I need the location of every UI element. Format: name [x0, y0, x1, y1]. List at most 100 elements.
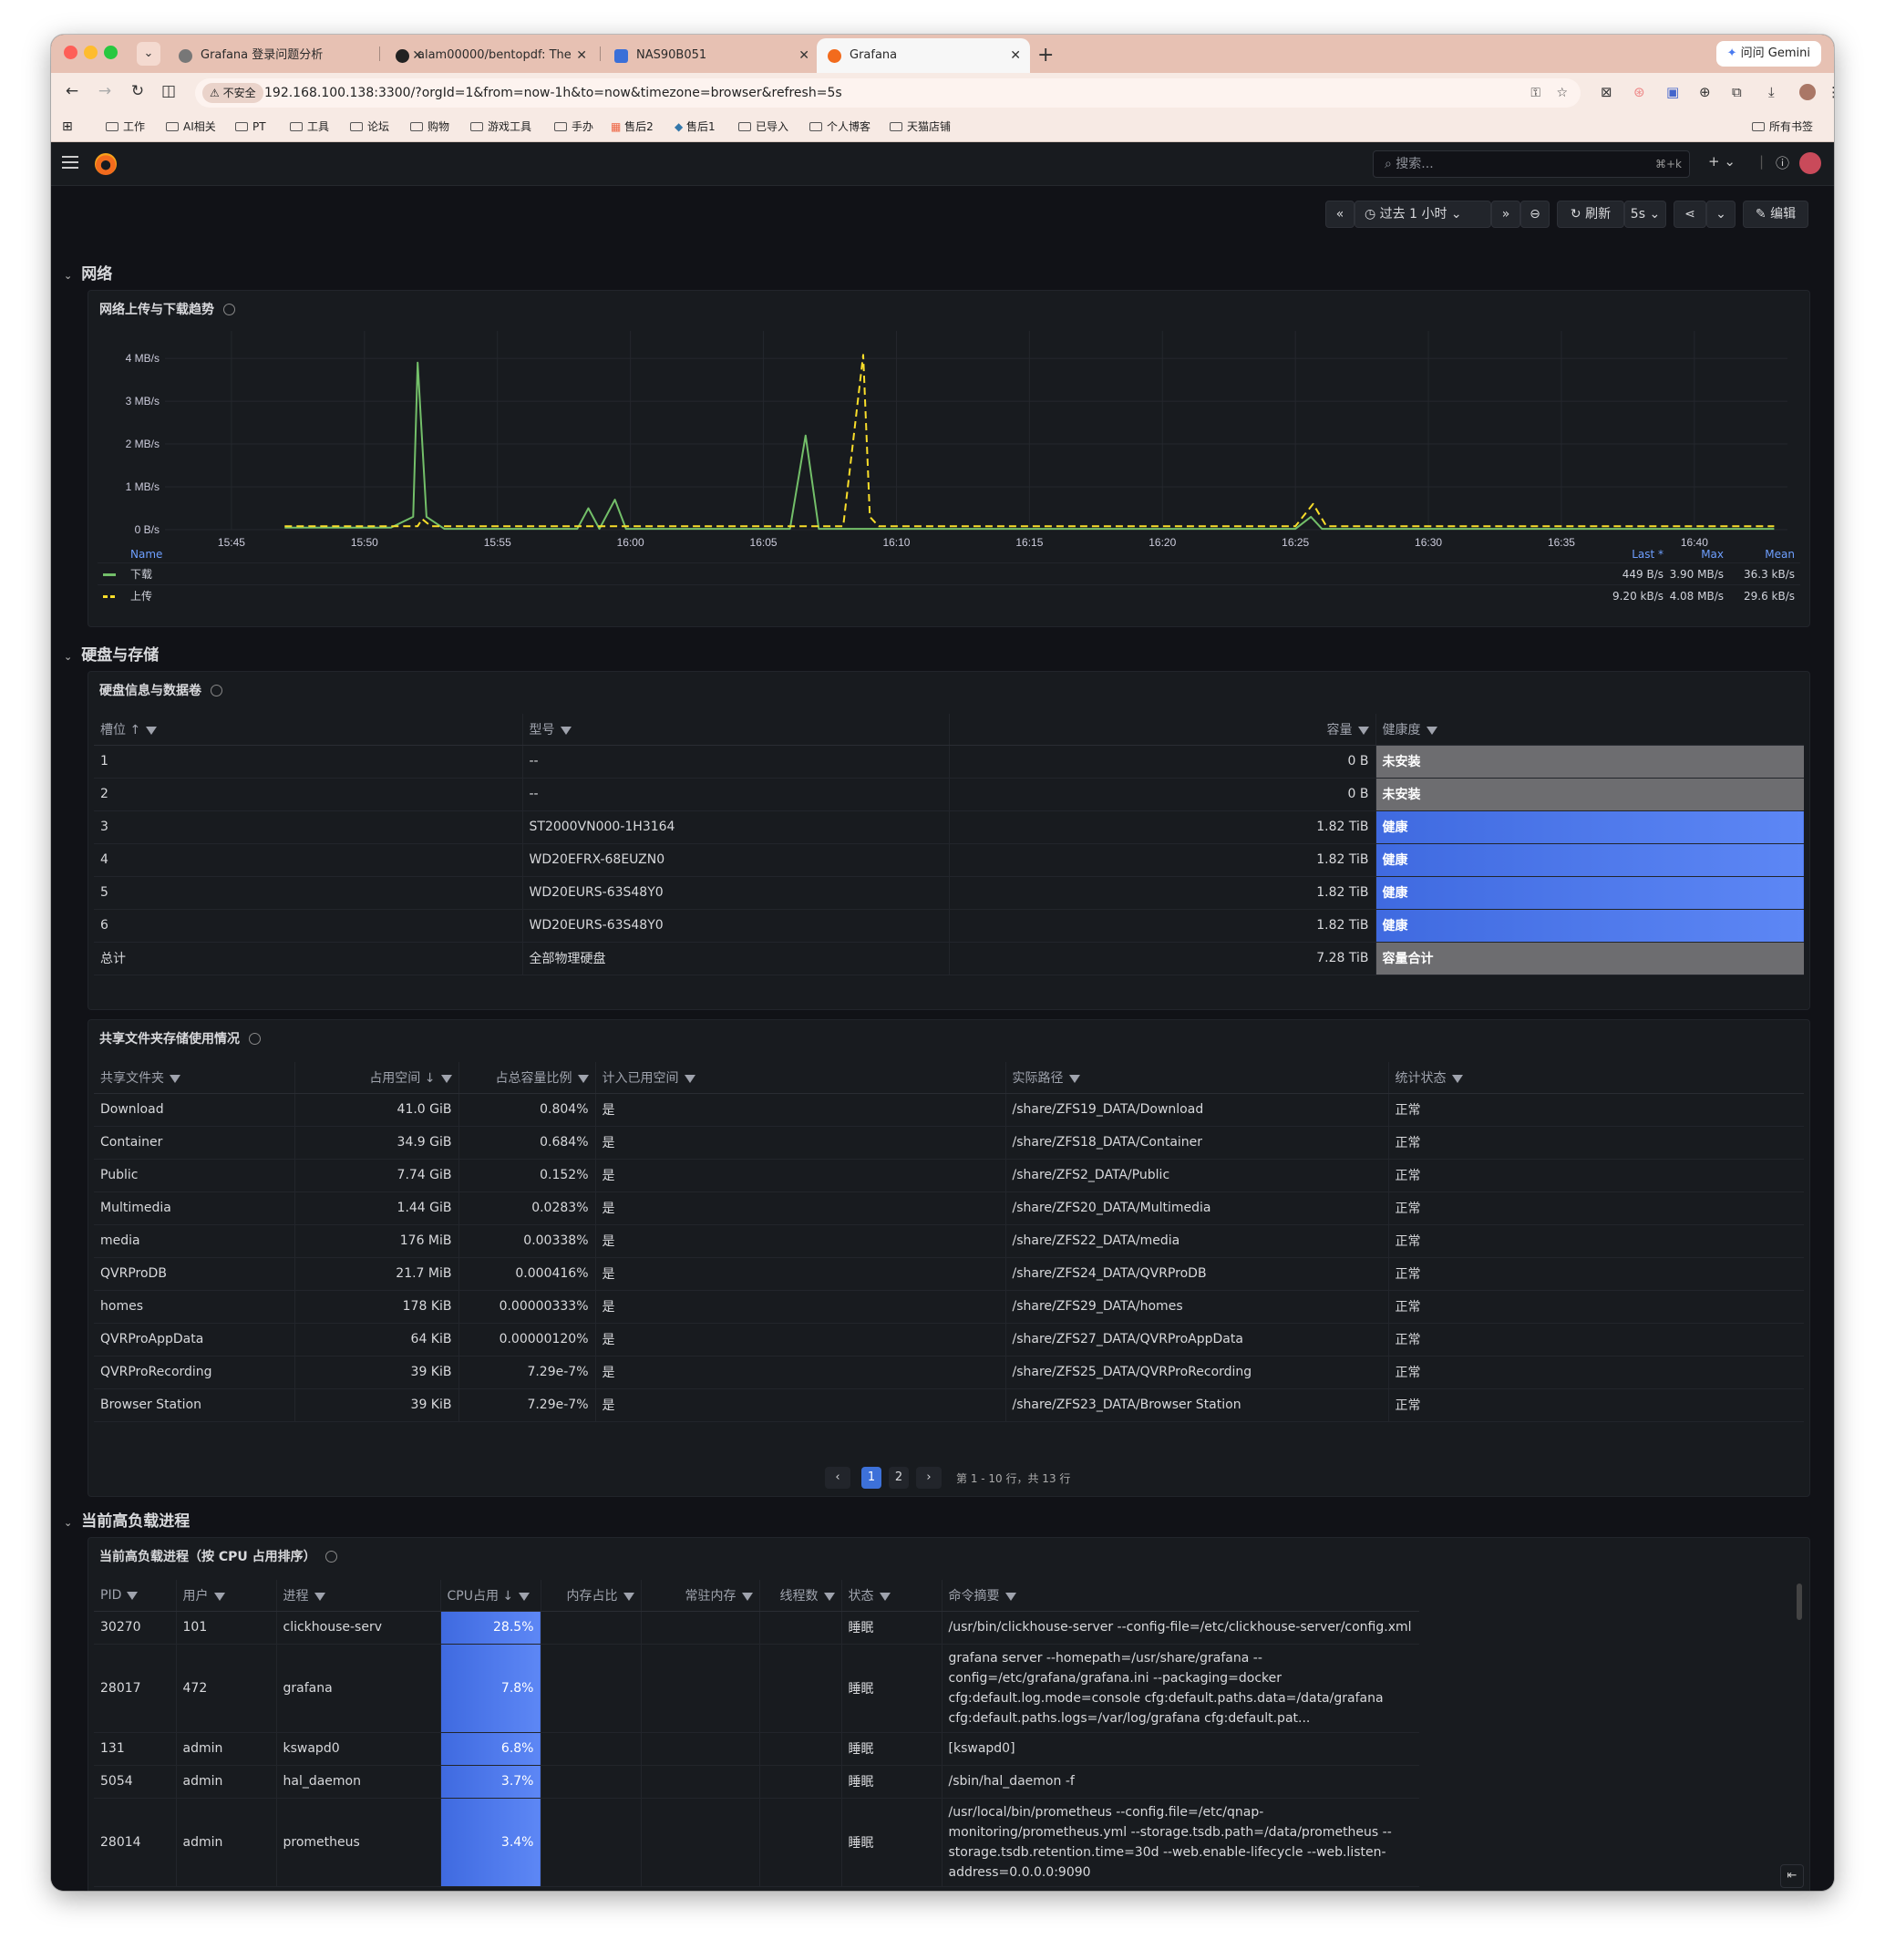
col-pid[interactable]: PID	[94, 1580, 177, 1612]
col-used[interactable]: 占用空间 ↓	[294, 1062, 459, 1094]
col-threads[interactable]: 线程数	[759, 1580, 842, 1612]
close-window-button[interactable]	[64, 46, 77, 59]
tab-search-chevron-icon[interactable]: ⌄	[137, 42, 160, 66]
filter-icon[interactable]	[623, 1592, 634, 1601]
add-plus-icon[interactable]: + ⌄	[1708, 153, 1736, 170]
filter-icon[interactable]	[823, 1592, 835, 1601]
bookmark-folder[interactable]: 个人博客	[809, 111, 870, 142]
info-icon[interactable]	[324, 1551, 337, 1563]
legend-row-download[interactable]: 下载 449 B/s 3.90 MB/s 36.3 kB/s	[98, 562, 1800, 584]
legend-col-last[interactable]: Last *	[1632, 546, 1664, 562]
bookmark-folder[interactable]: 游戏工具	[470, 111, 531, 142]
close-tab-icon[interactable]: ✕	[798, 38, 809, 73]
network-chart[interactable]: 0 B/s 1 MB/s 2 MB/s 3 MB/s 4 MB/s 15:45 15:50 1…	[88, 291, 1809, 546]
tab-nas[interactable]: NAS90B051 ✕	[603, 38, 819, 73]
minimize-window-button[interactable]	[84, 46, 98, 59]
menu-kebab-icon[interactable]: ⋮	[1827, 84, 1834, 100]
zoom-out-icon[interactable]: ⊖	[1520, 201, 1550, 228]
filter-icon[interactable]	[684, 1074, 695, 1083]
bookmark-folder[interactable]: 已导入	[738, 111, 788, 142]
extension-icon[interactable]: ⊕	[1699, 84, 1711, 100]
grafana-logo-icon[interactable]	[95, 153, 117, 175]
bookmark-folder[interactable]: 天猫店铺	[890, 111, 951, 142]
close-tab-icon[interactable]: ✕	[1010, 38, 1021, 73]
time-forward-icon[interactable]: »	[1491, 201, 1520, 228]
refresh-interval-picker[interactable]: 5s ⌄	[1624, 201, 1666, 228]
col-state[interactable]: 状态	[841, 1580, 942, 1612]
filter-icon[interactable]	[1451, 1074, 1463, 1083]
download-icon[interactable]: ⤓	[1768, 84, 1775, 100]
extension-icon[interactable]: ⊛	[1633, 84, 1645, 100]
filter-icon[interactable]	[560, 726, 572, 735]
col-user[interactable]: 用户	[176, 1580, 277, 1612]
filter-icon[interactable]	[440, 1074, 452, 1083]
page-1-button[interactable]: 1	[861, 1467, 881, 1489]
row-header-storage[interactable]: ⌄ 硬盘与存储	[64, 642, 159, 665]
time-range-picker[interactable]: ◷ 过去 1 小时 ⌄	[1355, 201, 1491, 228]
user-avatar[interactable]	[1799, 152, 1821, 174]
profile-avatar[interactable]	[1799, 84, 1816, 100]
bookmark-folder[interactable]: AI相关	[166, 111, 216, 142]
help-icon[interactable]: ⓘ	[1776, 153, 1789, 172]
filter-icon[interactable]	[879, 1592, 891, 1601]
col-cmd[interactable]: 命令摘要	[942, 1580, 1419, 1612]
new-tab-icon[interactable]: +	[1037, 38, 1054, 73]
legend-col-mean[interactable]: Mean	[1765, 546, 1795, 562]
col-slot[interactable]: 槽位 ↑	[94, 714, 523, 746]
col-path[interactable]: 实际路径	[1005, 1062, 1389, 1094]
time-back-icon[interactable]: «	[1325, 201, 1355, 228]
insecure-badge[interactable]: ⚠ 不安全	[202, 83, 263, 103]
tab-github[interactable]: alam00000/bentopdf: The Pr ✕	[385, 38, 596, 73]
col-process[interactable]: 进程	[276, 1580, 441, 1612]
gemini-button[interactable]: ✦ 问问 Gemini	[1715, 41, 1821, 67]
extension-icon[interactable]: ▣	[1666, 84, 1679, 100]
menu-hamburger-icon[interactable]	[62, 156, 78, 169]
split-view-icon[interactable]: ◫	[159, 82, 179, 100]
filter-icon[interactable]	[314, 1592, 325, 1601]
share-chevron-icon[interactable]: ⌄	[1706, 201, 1736, 228]
bookmark-folder[interactable]: 工具	[290, 111, 329, 142]
apps-grid-icon[interactable]: ⊞	[62, 111, 73, 142]
filter-icon[interactable]	[213, 1592, 225, 1601]
collapse-panel-icon[interactable]: ⇤	[1780, 1864, 1804, 1888]
url-text[interactable]: 192.168.100.138:3300/?orgId=1&from=now-1…	[264, 78, 842, 108]
page-2-button[interactable]: 2	[889, 1467, 909, 1489]
prev-page-icon[interactable]: ‹	[825, 1467, 850, 1489]
filter-icon[interactable]	[146, 726, 158, 735]
forward-arrow-icon[interactable]: →	[95, 82, 115, 100]
bookmark-link[interactable]: ◆ 售后1	[675, 111, 716, 142]
share-icon[interactable]: ⋖	[1674, 201, 1706, 228]
bookmark-folder[interactable]: 工作	[106, 111, 145, 142]
bookmark-folder[interactable]: 手办	[554, 111, 593, 142]
col-share[interactable]: 共享文件夹	[94, 1062, 295, 1094]
info-icon[interactable]	[249, 1033, 261, 1045]
next-page-icon[interactable]: ›	[916, 1467, 942, 1489]
col-mem[interactable]: 内存占比	[541, 1580, 642, 1612]
col-health[interactable]: 健康度	[1375, 714, 1804, 746]
zoom-window-button[interactable]	[104, 46, 118, 59]
filter-icon[interactable]	[577, 1074, 589, 1083]
omnibox[interactable]: ⚠ 不安全 192.168.100.138:3300/?orgId=1&from…	[195, 78, 1581, 108]
edit-button[interactable]: ✎ 编辑	[1743, 201, 1808, 228]
col-status[interactable]: 统计状态	[1388, 1062, 1804, 1094]
close-tab-icon[interactable]: ✕	[572, 38, 587, 73]
bookmark-folder[interactable]: 论坛	[350, 111, 389, 142]
table-scrollbar[interactable]	[1797, 1583, 1802, 1620]
bookmark-link[interactable]: ▦ 售后2	[611, 111, 654, 142]
key-icon[interactable]: ⚿	[1530, 78, 1540, 108]
filter-icon[interactable]	[1004, 1592, 1016, 1601]
filter-icon[interactable]	[519, 1592, 530, 1601]
info-icon[interactable]	[211, 685, 222, 696]
tab-grafana-active[interactable]: Grafana ✕	[817, 38, 1030, 73]
filter-icon[interactable]	[1357, 726, 1369, 735]
extension-icon[interactable]: ⊠	[1601, 84, 1612, 100]
bookmark-folder[interactable]: 购物	[410, 111, 449, 142]
legend-col-max[interactable]: Max	[1701, 546, 1724, 562]
refresh-button[interactable]: ↻ 刷新	[1557, 201, 1624, 228]
col-capacity[interactable]: 容量	[949, 714, 1376, 746]
legend-row-upload[interactable]: 上传 9.20 kB/s 4.08 MB/s 29.6 kB/s	[98, 584, 1800, 606]
filter-icon[interactable]	[1068, 1074, 1080, 1083]
all-bookmarks-folder[interactable]: 所有书签	[1752, 111, 1813, 142]
star-icon[interactable]: ☆	[1556, 78, 1568, 108]
row-header-network[interactable]: ⌄ 网络	[64, 261, 112, 284]
